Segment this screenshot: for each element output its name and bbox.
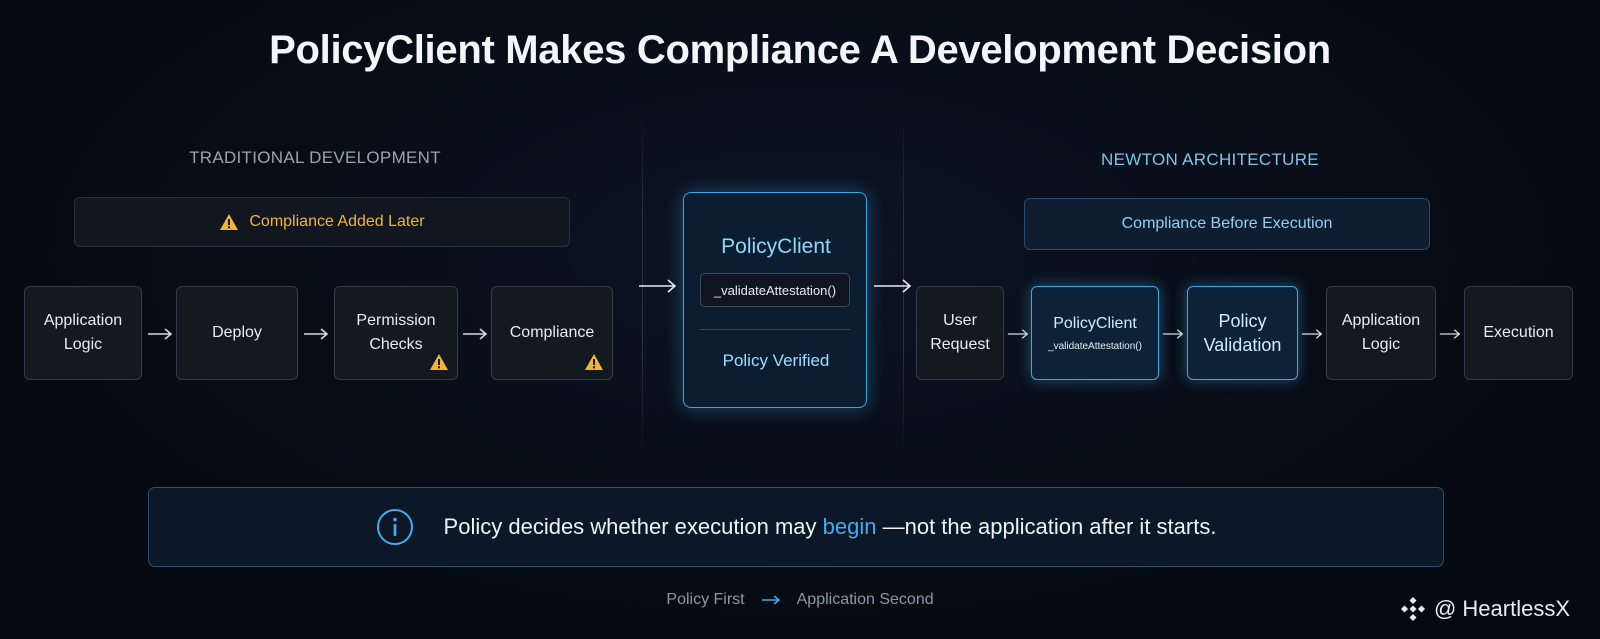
step-label: Checks (369, 336, 423, 353)
arrow-right-icon (304, 328, 329, 340)
step-label: Policy (1218, 311, 1267, 331)
step-application-logic-newton: Application Logic (1326, 286, 1436, 380)
warning-icon (430, 354, 448, 370)
watermark: @ HeartlessX (1400, 596, 1570, 622)
step-policy-validation: Policy Validation (1187, 286, 1298, 380)
arrow-right-icon (1007, 329, 1029, 339)
arrow-right-icon (148, 328, 173, 340)
step-application-logic: Application Logic (24, 286, 142, 380)
arrow-right-icon (463, 328, 488, 340)
page-title: PolicyClient Makes Compliance A Developm… (269, 28, 1331, 72)
warning-icon (220, 214, 239, 230)
traditional-section-label: TRADITIONAL DEVELOPMENT (189, 148, 441, 167)
arrow-right-icon (1439, 329, 1461, 339)
footer-application-second: Application Second (796, 591, 934, 608)
diamond-logo-icon (1400, 596, 1425, 622)
policy-verified-label: Policy Verified (722, 351, 830, 370)
arrow-right-icon (639, 279, 677, 293)
step-label: Logic (63, 336, 103, 353)
step-label: PolicyClient (1053, 315, 1137, 332)
step-label: Execution (1483, 324, 1554, 341)
step-label: Compliance (509, 324, 595, 341)
newton-section-label: NEWTON ARCHITECTURE (1101, 150, 1319, 169)
step-label: Application (1341, 312, 1421, 329)
arrow-right-icon (761, 595, 780, 605)
arrow-right-icon (1162, 329, 1184, 339)
step-deploy: Deploy (176, 286, 298, 380)
step-label: Logic (1361, 336, 1401, 353)
policyclient-title: PolicyClient (721, 235, 831, 258)
footer-flow: Policy First Application Second (0, 591, 1600, 609)
info-highlight: begin (822, 514, 877, 539)
info-text-end: —not the application after it starts. (882, 514, 1217, 539)
step-compliance: Compliance (491, 286, 613, 380)
step-label: Application (43, 312, 123, 329)
info-text: Policy decides whether execution may beg… (444, 514, 1217, 540)
validate-attestation-code: _validateAttestation() (700, 273, 850, 307)
step-permission-checks: Permission Checks (334, 286, 458, 380)
step-label: Deploy (212, 324, 262, 341)
step-label: Request (930, 336, 990, 353)
step-policyclient: PolicyClient _validateAttestation() (1031, 286, 1159, 380)
compliance-later-text: Compliance Added Later (249, 213, 425, 230)
compliance-later-banner: Compliance Added Later (74, 197, 570, 247)
step-user-request: User Request (916, 286, 1004, 380)
step-execution: Execution (1464, 286, 1573, 380)
arrow-right-icon (874, 279, 912, 293)
info-text-start: Policy decides whether execution may (443, 514, 817, 539)
step-label: Permission (356, 312, 436, 329)
compliance-before-banner: Compliance Before Execution (1024, 198, 1430, 250)
footer-policy-first: Policy First (666, 591, 745, 608)
step-label: Validation (1203, 335, 1282, 355)
arrow-right-icon (1301, 329, 1323, 339)
warning-icon (585, 354, 603, 370)
step-label: User (943, 312, 977, 329)
info-icon (376, 509, 413, 545)
policyclient-card: PolicyClient _validateAttestation() Poli… (683, 192, 867, 408)
validate-attestation-code: _validateAttestation() (1048, 341, 1142, 352)
info-bar: Policy decides whether execution may beg… (148, 487, 1444, 567)
watermark-text: @ HeartlessX (1433, 596, 1570, 621)
card-divider (700, 329, 850, 330)
